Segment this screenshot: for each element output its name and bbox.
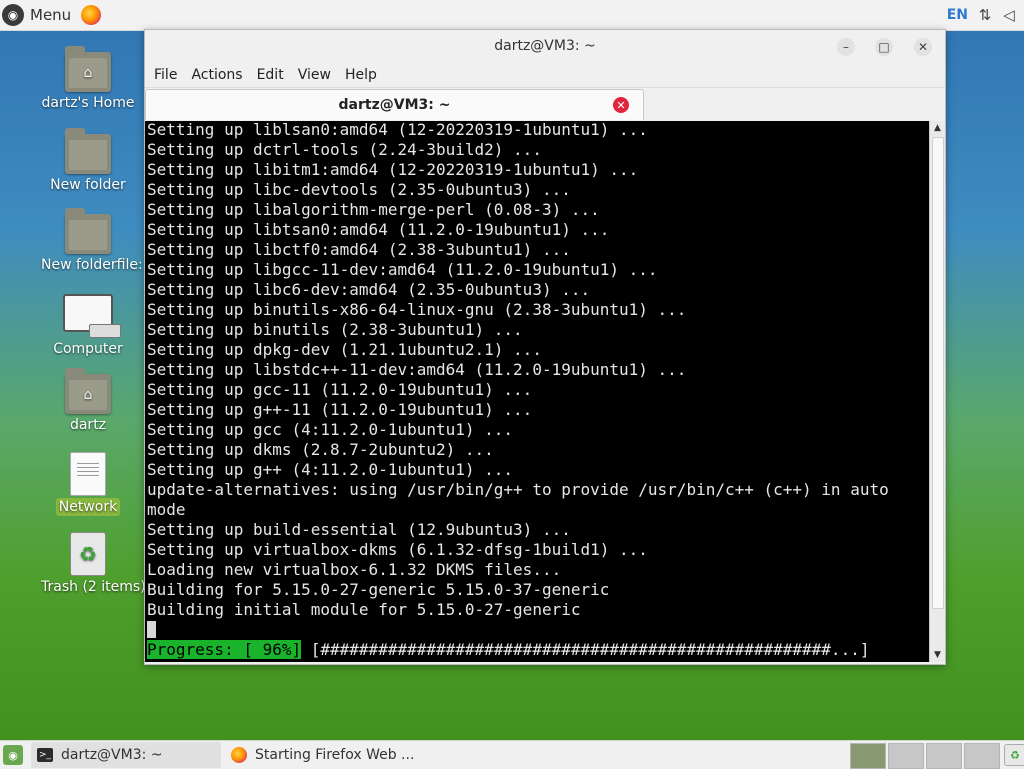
workspace-4[interactable] [964, 743, 1000, 769]
firefox-launcher-icon[interactable] [81, 5, 102, 25]
terminal-output[interactable]: Setting up liblsan0:amd64 (12-20220319-1… [145, 121, 929, 662]
trash-applet-icon[interactable]: ♻ [1004, 744, 1024, 766]
terminal-cursor [147, 621, 156, 638]
window-title: dartz@VM3: ~ [494, 38, 596, 54]
firefox-icon [231, 747, 247, 763]
terminal-line: Setting up libitm1:amd64 (12-20220319-1u… [147, 160, 639, 179]
terminal-line: Setting up libctf0:amd64 (2.38-3ubuntu1)… [147, 240, 571, 259]
terminal-scrollbar[interactable]: ▲ ▼ [929, 121, 945, 662]
workspace-2[interactable] [888, 743, 924, 769]
trash-icon: ♻ [70, 532, 106, 576]
scroll-down-icon[interactable]: ▼ [930, 648, 945, 662]
menu-label: Menu [30, 6, 72, 24]
desktop-icon-label: dartz's Home [41, 95, 135, 111]
menu-bar: File Actions Edit View Help [145, 63, 945, 88]
top-panel: ◉ Menu EN ⇅ ◁ [0, 0, 1024, 31]
desktop-icon-label: Trash (2 items) [41, 579, 146, 595]
menu-view[interactable]: View [291, 67, 338, 83]
desktop-icon-dartz[interactable]: ⌂ dartz [38, 368, 138, 434]
terminal-line: Setting up g++-11 (11.2.0-19ubuntu1) ... [147, 400, 533, 419]
desktop-icon-computer[interactable]: Computer [38, 294, 138, 358]
home-folder-icon: ⌂ [65, 368, 111, 414]
desktop-icon-label: dartz [69, 417, 107, 433]
terminal-line: Loading new virtualbox-6.1.32 DKMS files… [147, 560, 562, 579]
terminal-line: Setting up libc-devtools (2.35-0ubuntu3)… [147, 180, 571, 199]
tab-bar: dartz@VM3: ~ ✕ [145, 88, 945, 122]
terminal-line: Setting up binutils (2.38-3ubuntu1) ... [147, 320, 523, 339]
folder-icon [65, 208, 111, 254]
terminal-line: mode [147, 500, 186, 519]
folder-icon [65, 128, 111, 174]
desktop-icon-new-folderfile[interactable]: New folderfile: [38, 208, 143, 274]
desktop-icon-trash[interactable]: ♻ Trash (2 items) [38, 532, 146, 596]
terminal-line: Setting up libgcc-11-dev:amd64 (11.2.0-1… [147, 260, 658, 279]
progress-line: Progress: [ 96%] [######################… [147, 640, 889, 660]
progress-bar-text: [#######################################… [301, 640, 870, 659]
desktop-icon-label: Network [55, 498, 121, 516]
progress-label: Progress: [ 96%] [147, 640, 302, 659]
show-desktop-icon[interactable]: ◉ [3, 745, 23, 765]
volume-icon[interactable]: ◁ [1000, 6, 1018, 24]
scrollbar-thumb[interactable] [932, 137, 944, 609]
desktop-icon-network[interactable]: Network [38, 452, 138, 516]
terminal-line: Setting up dpkg-dev (1.21.1ubuntu2.1) ..… [147, 340, 542, 359]
desktop-icon-label: Computer [53, 341, 123, 357]
maximize-button[interactable]: □ [875, 38, 893, 56]
keyboard-layout-indicator[interactable]: EN [947, 7, 968, 23]
terminal-icon: >_ [37, 748, 53, 762]
terminal-line: Setting up libstdc++-11-dev:amd64 (11.2.… [147, 360, 687, 379]
menu-edit[interactable]: Edit [250, 67, 291, 83]
tab-title: dartz@VM3: ~ [338, 97, 451, 113]
mint-logo-icon: ◉ [2, 4, 24, 26]
terminal-line: Setting up gcc (4:11.2.0-1ubuntu1) ... [147, 420, 514, 439]
terminal-line: Setting up libc6-dev:amd64 (2.35-0ubuntu… [147, 280, 591, 299]
workspace-3[interactable] [926, 743, 962, 769]
bottom-panel: ◉ >_ dartz@VM3: ~ Starting Firefox Web .… [0, 740, 1024, 769]
terminal-line: Setting up virtualbox-dkms (6.1.32-dfsg-… [147, 540, 648, 559]
taskbar-item-label: Starting Firefox Web ... [255, 747, 415, 763]
cursor-line [147, 620, 889, 640]
taskbar-item-firefox[interactable]: Starting Firefox Web ... [225, 742, 420, 768]
terminal-tab[interactable]: dartz@VM3: ~ ✕ [145, 89, 644, 120]
terminal-line: Setting up dkms (2.8.7-2ubuntu2) ... [147, 440, 494, 459]
terminal-line: Setting up gcc-11 (11.2.0-19ubuntu1) ... [147, 380, 533, 399]
terminal-window: dartz@VM3: ~ – □ ✕ File Actions Edit Vie… [144, 29, 946, 665]
menu-button[interactable]: ◉ Menu [2, 0, 71, 30]
computer-icon [63, 294, 121, 338]
text-file-icon [70, 452, 106, 496]
window-titlebar[interactable]: dartz@VM3: ~ – □ ✕ [145, 30, 945, 63]
terminal-line: Building for 5.15.0-27-generic 5.15.0-37… [147, 580, 610, 599]
terminal-line: Setting up dctrl-tools (2.24-3build2) ..… [147, 140, 542, 159]
menu-actions[interactable]: Actions [184, 67, 249, 83]
taskbar-item-terminal[interactable]: >_ dartz@VM3: ~ [31, 742, 221, 768]
close-tab-icon[interactable]: ✕ [613, 97, 629, 113]
terminal-line: Setting up liblsan0:amd64 (12-20220319-1… [147, 121, 648, 139]
desktop-icon-new-folder[interactable]: New folder [38, 128, 138, 194]
terminal-line: Building initial module for 5.15.0-27-ge… [147, 600, 581, 619]
network-icon[interactable]: ⇅ [976, 6, 994, 24]
terminal-line: Setting up libalgorithm-merge-perl (0.08… [147, 200, 600, 219]
terminal-line: Setting up g++ (4:11.2.0-1ubuntu1) ... [147, 460, 514, 479]
menu-file[interactable]: File [147, 67, 184, 83]
taskbar-item-label: dartz@VM3: ~ [61, 747, 163, 763]
menu-help[interactable]: Help [338, 67, 384, 83]
terminal-line: Setting up binutils-x86-64-linux-gnu (2.… [147, 300, 687, 319]
terminal-line: update-alternatives: using /usr/bin/g++ … [147, 480, 889, 499]
terminal-line: Setting up build-essential (12.9ubuntu3)… [147, 520, 571, 539]
minimize-button[interactable]: – [837, 38, 855, 56]
workspace-1[interactable] [850, 743, 886, 769]
terminal-lines: Setting up liblsan0:amd64 (12-20220319-1… [147, 121, 889, 660]
desktop-icon-label: New folder [50, 177, 126, 193]
desktop-icon-label: New folderfile: [41, 257, 143, 273]
home-folder-icon: ⌂ [65, 46, 111, 92]
system-tray: EN ⇅ ◁ [947, 0, 1024, 30]
desktop-icon-home[interactable]: ⌂ dartz's Home [38, 46, 138, 112]
scroll-up-icon[interactable]: ▲ [930, 121, 945, 135]
close-window-button[interactable]: ✕ [914, 38, 932, 56]
terminal-line: Setting up libtsan0:amd64 (11.2.0-19ubun… [147, 220, 610, 239]
